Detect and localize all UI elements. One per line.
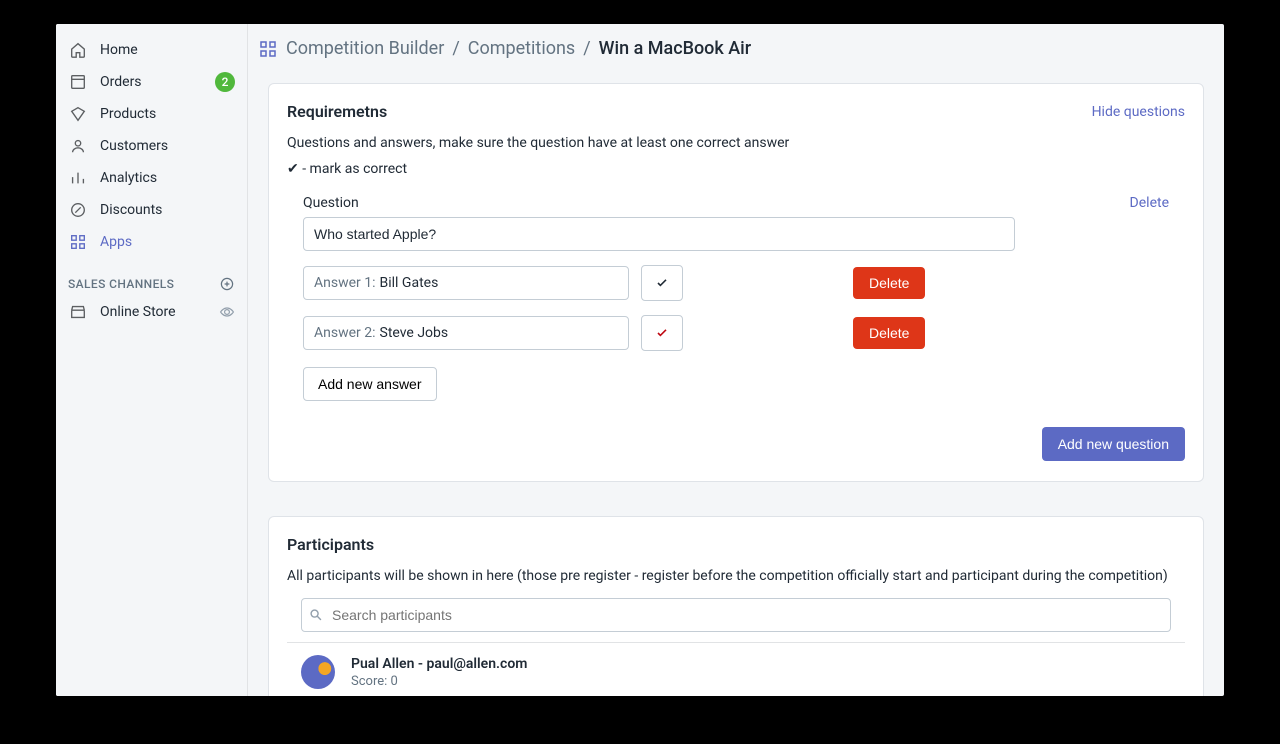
nav-label: Orders bbox=[100, 74, 203, 90]
nav-label: Customers bbox=[100, 138, 235, 154]
nav-label: Analytics bbox=[100, 170, 235, 186]
add-channel-icon[interactable] bbox=[219, 276, 235, 292]
breadcrumb-sep: / bbox=[583, 38, 590, 59]
nav-label: Discounts bbox=[100, 202, 235, 218]
breadcrumb-sep: / bbox=[452, 38, 459, 59]
participants-card: Participants All participants will be sh… bbox=[268, 516, 1204, 696]
nav-home[interactable]: Home bbox=[56, 34, 247, 66]
delete-answer-button[interactable]: Delete bbox=[853, 317, 925, 349]
breadcrumb-link-builder[interactable]: Competition Builder bbox=[286, 38, 444, 59]
view-store-icon[interactable] bbox=[219, 304, 235, 320]
requirements-hint: ✔ - mark as correct bbox=[287, 161, 1185, 177]
nav-discounts[interactable]: Discounts bbox=[56, 194, 247, 226]
apps-icon bbox=[68, 232, 88, 252]
nav-label: Apps bbox=[100, 234, 235, 250]
nav-label: Online Store bbox=[100, 304, 207, 320]
nav-customers[interactable]: Customers bbox=[56, 130, 247, 162]
orders-icon bbox=[68, 72, 88, 92]
participants-desc: All participants will be shown in here (… bbox=[287, 568, 1185, 584]
nav-orders[interactable]: Orders 2 bbox=[56, 66, 247, 98]
main-content: Competition Builder / Competitions / Win… bbox=[248, 24, 1224, 696]
participant-row[interactable]: Pual Allen - paul@allen.com Score: 0 bbox=[287, 642, 1185, 696]
breadcrumb: Competition Builder / Competitions / Win… bbox=[248, 24, 1224, 67]
customers-icon bbox=[68, 136, 88, 156]
mark-correct-button[interactable] bbox=[641, 315, 683, 351]
participants-title: Participants bbox=[287, 535, 1185, 554]
answer-input[interactable]: Answer 2: Steve Jobs bbox=[303, 316, 629, 350]
requirements-title: Requiremetns bbox=[287, 102, 387, 121]
participant-score: Score: 0 bbox=[351, 674, 527, 689]
breadcrumb-link-competitions[interactable]: Competitions bbox=[468, 38, 575, 59]
breadcrumb-current: Win a MacBook Air bbox=[599, 38, 751, 59]
search-icon bbox=[309, 608, 323, 622]
sidebar: Home Orders 2 Products Customers Analyti… bbox=[56, 24, 248, 696]
answer-row: Answer 2: Steve Jobs Delete bbox=[303, 315, 1169, 351]
section-heading-label: SALES CHANNELS bbox=[68, 277, 174, 291]
add-question-button[interactable]: Add new question bbox=[1042, 427, 1185, 461]
nav-label: Products bbox=[100, 106, 235, 122]
store-icon bbox=[68, 302, 88, 322]
analytics-icon bbox=[68, 168, 88, 188]
orders-badge: 2 bbox=[215, 72, 235, 92]
hide-questions-link[interactable]: Hide questions bbox=[1092, 104, 1185, 120]
answer-row: Answer 1: Bill Gates Delete bbox=[303, 265, 1169, 301]
home-icon bbox=[68, 40, 88, 60]
apps-breadcrumb-icon bbox=[258, 39, 278, 59]
nav-apps[interactable]: Apps bbox=[56, 226, 247, 258]
participant-name: Pual Allen - paul@allen.com bbox=[351, 656, 527, 672]
requirements-card: Requiremetns Hide questions Questions an… bbox=[268, 83, 1204, 482]
mark-correct-button[interactable] bbox=[641, 265, 683, 301]
answer-value: Steve Jobs bbox=[380, 325, 449, 341]
delete-answer-button[interactable]: Delete bbox=[853, 267, 925, 299]
question-label: Question bbox=[303, 195, 359, 211]
products-icon bbox=[68, 104, 88, 124]
answer-input[interactable]: Answer 1: Bill Gates bbox=[303, 266, 629, 300]
question-block: Question Delete Answer 1: Bill Gates Del… bbox=[287, 195, 1185, 401]
add-answer-button[interactable]: Add new answer bbox=[303, 367, 437, 401]
question-input[interactable] bbox=[303, 217, 1015, 251]
answer-prefix: Answer 1: bbox=[314, 275, 376, 291]
avatar bbox=[301, 655, 335, 689]
discounts-icon bbox=[68, 200, 88, 220]
nav-products[interactable]: Products bbox=[56, 98, 247, 130]
sales-channels-heading: SALES CHANNELS bbox=[56, 258, 247, 296]
nav-analytics[interactable]: Analytics bbox=[56, 162, 247, 194]
answer-prefix: Answer 2: bbox=[314, 325, 376, 341]
delete-question-link[interactable]: Delete bbox=[1130, 195, 1169, 211]
nav-label: Home bbox=[100, 42, 235, 58]
nav-online-store[interactable]: Online Store bbox=[56, 296, 247, 328]
requirements-desc: Questions and answers, make sure the que… bbox=[287, 135, 1185, 151]
answer-value: Bill Gates bbox=[380, 275, 439, 291]
search-participants-input[interactable] bbox=[301, 598, 1171, 632]
